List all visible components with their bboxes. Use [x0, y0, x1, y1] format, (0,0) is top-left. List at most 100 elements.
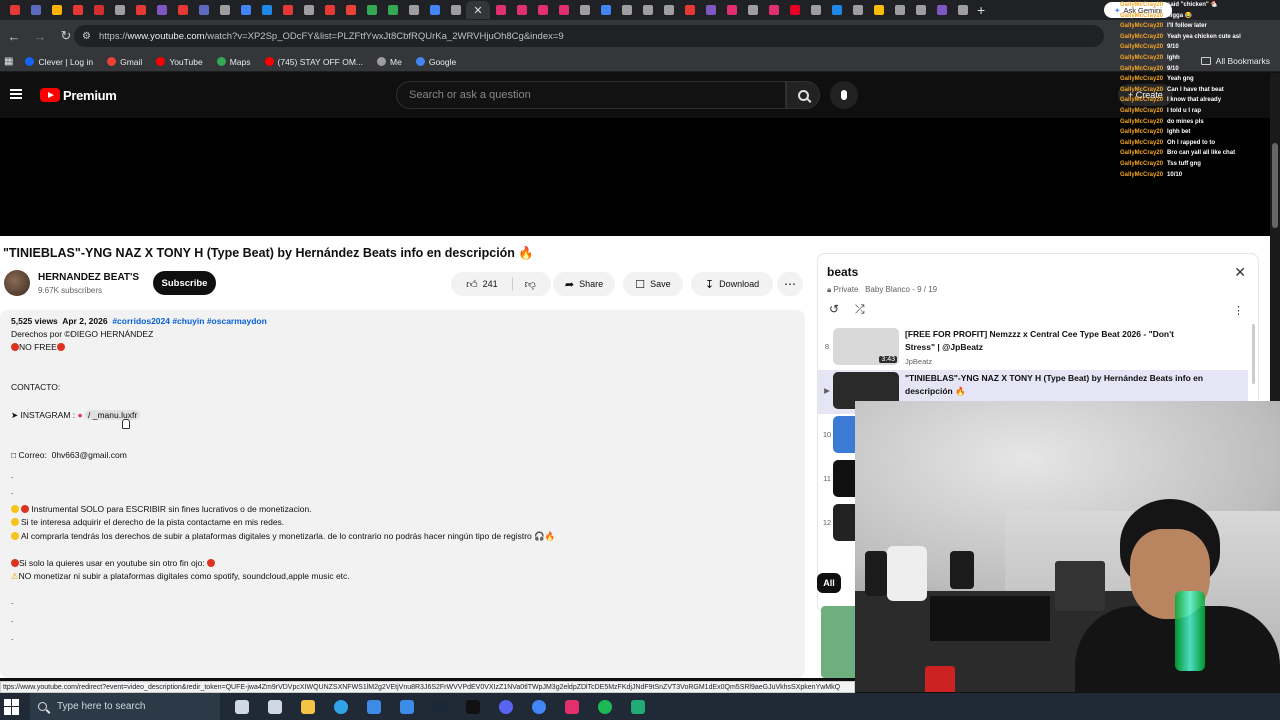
browser-tab[interactable]: [805, 1, 826, 19]
chrome-icon[interactable]: [528, 696, 550, 718]
description-box[interactable]: 5,525 views Apr 2, 2026 #corridos2024 #c…: [0, 310, 805, 678]
loop-icon[interactable]: ↺: [829, 302, 839, 316]
browser-tab[interactable]: [277, 1, 298, 19]
shuffle-icon[interactable]: ⤮: [855, 302, 865, 317]
close-icon[interactable]: ✕: [1234, 264, 1246, 281]
browser-tab-active[interactable]: ✕: [466, 1, 490, 19]
browser-tab[interactable]: [574, 1, 595, 19]
browser-tab[interactable]: [742, 1, 763, 19]
playlist-title[interactable]: beats: [827, 265, 858, 279]
search-button[interactable]: [786, 81, 820, 109]
browser-tab[interactable]: [4, 1, 25, 19]
browser-tab[interactable]: [361, 1, 382, 19]
thumbs-down-icon[interactable]: 👎︎: [525, 278, 536, 291]
hashtags-link[interactable]: #corridos2024 #chuyin #oscarmaydon: [112, 316, 267, 326]
browser-tab[interactable]: [679, 1, 700, 19]
edge-icon[interactable]: [330, 696, 352, 718]
browser-tab[interactable]: [172, 1, 193, 19]
more-actions-button[interactable]: ⋯: [777, 272, 803, 296]
close-tab-icon[interactable]: ✕: [473, 4, 482, 17]
premium-logo-text[interactable]: Premium: [63, 88, 117, 103]
browser-tab[interactable]: [445, 1, 466, 19]
save-button[interactable]: ☐ Save: [623, 272, 683, 296]
browser-tab[interactable]: [319, 1, 340, 19]
playlist-item-title[interactable]: [FREE FOR PROFIT] Nemzzz x Central Cee T…: [905, 328, 1205, 354]
playlist-item[interactable]: 8 3:43 [FREE FOR PROFIT] Nemzzz x Central …: [818, 326, 1248, 370]
browser-tab[interactable]: [721, 1, 742, 19]
browser-tab[interactable]: [424, 1, 445, 19]
menu-icon[interactable]: [10, 89, 22, 99]
browser-tab[interactable]: [67, 1, 88, 19]
browser-tab[interactable]: [868, 1, 889, 19]
bookmark-item[interactable]: Me: [377, 57, 402, 67]
playlist-scrollbar[interactable]: [1252, 324, 1255, 384]
channel-name[interactable]: HERNANDEZ BEAT'S: [38, 272, 139, 283]
browser-tab[interactable]: [658, 1, 679, 19]
browser-tab[interactable]: [763, 1, 784, 19]
like-count[interactable]: 241: [483, 279, 498, 289]
browser-tab[interactable]: [784, 1, 805, 19]
browser-tab[interactable]: [826, 1, 847, 19]
taskbar-search-input[interactable]: Type here to search: [30, 693, 220, 720]
browser-tab[interactable]: [109, 1, 130, 19]
browser-tab[interactable]: [490, 1, 511, 19]
playlist-owner[interactable]: Baby Blanco: [865, 285, 910, 294]
mail-icon[interactable]: [396, 696, 418, 718]
browser-tab[interactable]: [130, 1, 151, 19]
browser-tab[interactable]: [382, 1, 403, 19]
youtube-logo-icon[interactable]: [40, 88, 60, 102]
playlist-item-channel[interactable]: JpBeatz: [905, 357, 932, 366]
spotify-icon[interactable]: [594, 696, 616, 718]
search-input[interactable]: Search or ask a question: [396, 81, 786, 109]
browser-tab[interactable]: [910, 1, 931, 19]
bookmark-item[interactable]: Maps: [216, 57, 251, 67]
browser-tab[interactable]: [553, 1, 574, 19]
bookmark-item[interactable]: Clever | Log in: [25, 57, 93, 67]
windows-start-icon[interactable]: [4, 698, 20, 715]
app-icon[interactable]: [627, 696, 649, 718]
browser-tab[interactable]: [532, 1, 553, 19]
instagram-icon[interactable]: [561, 696, 583, 718]
instagram-link[interactable]: / _manu.luxfr: [85, 410, 141, 420]
more-vertical-icon[interactable]: ⋮: [1233, 304, 1244, 317]
browser-tab[interactable]: [616, 1, 637, 19]
browser-tab[interactable]: [340, 1, 361, 19]
share-button[interactable]: ➦ Share: [553, 272, 615, 296]
browser-tab[interactable]: [235, 1, 256, 19]
voice-search-button[interactable]: [830, 81, 858, 109]
store-icon[interactable]: [363, 696, 385, 718]
forward-arrow-icon[interactable]: →: [28, 24, 52, 48]
browser-tab[interactable]: [298, 1, 319, 19]
browser-tab[interactable]: [931, 1, 952, 19]
video-player[interactable]: [0, 118, 1270, 236]
browser-tab[interactable]: [889, 1, 910, 19]
address-bar[interactable]: ⚙ https://www.youtube.com/watch?v=XP2Sp_…: [74, 25, 1104, 47]
bookmark-item[interactable]: Google: [415, 57, 456, 67]
widgets-icon[interactable]: [264, 696, 286, 718]
file-explorer-icon[interactable]: [297, 696, 319, 718]
steam-icon[interactable]: [429, 696, 451, 718]
browser-tab[interactable]: [256, 1, 277, 19]
browser-tab[interactable]: [46, 1, 67, 19]
new-tab-icon[interactable]: +: [977, 2, 985, 18]
browser-tab[interactable]: [88, 1, 109, 19]
browser-tab[interactable]: [193, 1, 214, 19]
browser-tab[interactable]: [637, 1, 658, 19]
browser-tab[interactable]: [403, 1, 424, 19]
browser-tab[interactable]: [214, 1, 235, 19]
site-info-icon[interactable]: ⚙: [82, 31, 91, 42]
browser-tab[interactable]: [511, 1, 532, 19]
chip-all[interactable]: All: [817, 573, 841, 593]
page-scrollbar-thumb[interactable]: [1272, 143, 1278, 228]
subscribe-button[interactable]: Subscribe: [153, 271, 216, 295]
bookmark-item[interactable]: (745) STAY OFF OM...: [264, 57, 363, 67]
browser-tab[interactable]: [952, 1, 973, 19]
epic-icon[interactable]: [462, 696, 484, 718]
playlist-item-title[interactable]: "TINIEBLAS"-YNG NAZ X TONY H (Type Beat)…: [905, 372, 1205, 398]
discord-icon[interactable]: [495, 696, 517, 718]
browser-tab[interactable]: [151, 1, 172, 19]
browser-tab[interactable]: [847, 1, 868, 19]
back-arrow-icon[interactable]: ←: [2, 24, 26, 48]
browser-tab[interactable]: [25, 1, 46, 19]
playlist-item-thumbnail[interactable]: 3:43: [833, 328, 899, 365]
